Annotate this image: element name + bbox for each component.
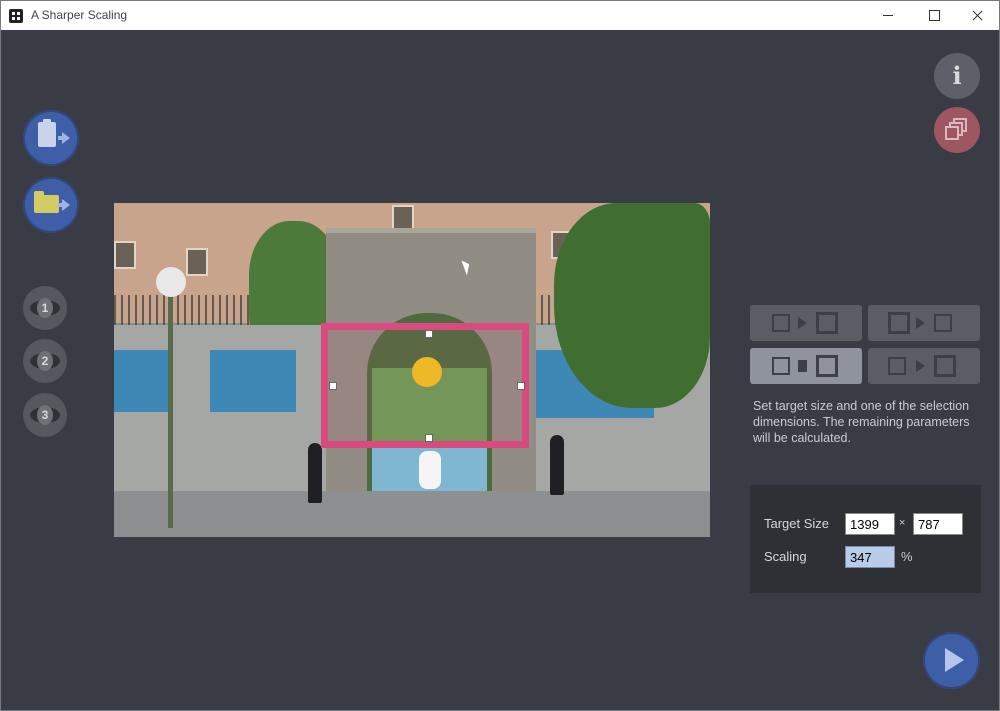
batch-button[interactable] — [934, 107, 980, 153]
selection-handle-top[interactable] — [425, 330, 433, 338]
settings-panel — [750, 485, 981, 593]
app-icon — [9, 9, 23, 23]
selection-handle-left[interactable] — [329, 382, 337, 390]
arrow-right-icon — [58, 132, 70, 144]
paste-from-clipboard-button[interactable] — [23, 110, 79, 166]
clipboard-icon — [38, 119, 56, 147]
arrow-right-icon — [916, 317, 925, 329]
times-sign: × — [899, 517, 906, 529]
minimize-button[interactable] — [865, 1, 911, 30]
target-size-label: Target Size — [764, 516, 830, 531]
mode-button-1[interactable] — [750, 305, 862, 341]
info-button[interactable]: i — [934, 53, 980, 99]
arrow-right-icon — [916, 360, 925, 372]
target-box-icon — [934, 355, 956, 377]
start-scaling-button[interactable] — [923, 632, 980, 689]
pedestrian — [550, 435, 564, 495]
target-box-icon — [934, 314, 952, 332]
source-box-icon — [772, 314, 790, 332]
maximize-button[interactable] — [911, 1, 957, 30]
app-window: A Sharper Scaling 1 2 3 i Set target siz… — [0, 0, 1000, 711]
target-height-input[interactable] — [913, 513, 963, 535]
preset-number: 1 — [37, 298, 53, 318]
mode-button-4[interactable] — [868, 348, 980, 384]
selection-rectangle[interactable] — [321, 323, 529, 448]
source-box-icon — [888, 312, 910, 334]
poster-area — [210, 350, 296, 412]
mural-bunny — [419, 451, 441, 489]
preset-3-button[interactable]: 3 — [23, 393, 67, 437]
sidewalk — [114, 491, 710, 537]
pedestrian — [308, 443, 322, 503]
mode-button-3[interactable] — [750, 348, 862, 384]
preset-number: 2 — [37, 351, 53, 371]
target-box-icon — [816, 312, 838, 334]
source-box-icon — [888, 357, 906, 375]
stacked-layers-icon — [945, 126, 959, 140]
arrow-right-icon — [58, 199, 70, 211]
poster-area — [114, 350, 172, 412]
target-box-icon — [816, 355, 838, 377]
target-width-input[interactable] — [845, 513, 895, 535]
building-window — [186, 248, 208, 276]
percent-sign: % — [901, 549, 913, 564]
arrow-right-icon — [798, 360, 807, 372]
preset-1-button[interactable]: 1 — [23, 286, 67, 330]
lamp-post — [168, 283, 173, 528]
mode-hint-text: Set target size and one of the selection… — [753, 399, 970, 445]
scaling-input[interactable] — [845, 546, 895, 568]
mode-button-2[interactable] — [868, 305, 980, 341]
selection-handle-right[interactable] — [517, 382, 525, 390]
close-button[interactable] — [953, 1, 999, 30]
building-window — [114, 241, 136, 269]
info-icon: i — [952, 61, 962, 90]
window-title: A Sharper Scaling — [31, 8, 128, 22]
street-lamp — [156, 267, 186, 297]
scaling-label: Scaling — [764, 549, 807, 564]
tree-right — [554, 203, 710, 408]
selection-handle-bottom[interactable] — [425, 434, 433, 442]
open-file-button[interactable] — [23, 177, 79, 233]
arrow-right-icon — [798, 317, 807, 329]
preset-number: 3 — [37, 405, 53, 425]
title-bar: A Sharper Scaling — [1, 1, 999, 30]
preset-2-button[interactable]: 2 — [23, 339, 67, 383]
source-box-icon — [772, 357, 790, 375]
folder-icon — [34, 191, 59, 213]
